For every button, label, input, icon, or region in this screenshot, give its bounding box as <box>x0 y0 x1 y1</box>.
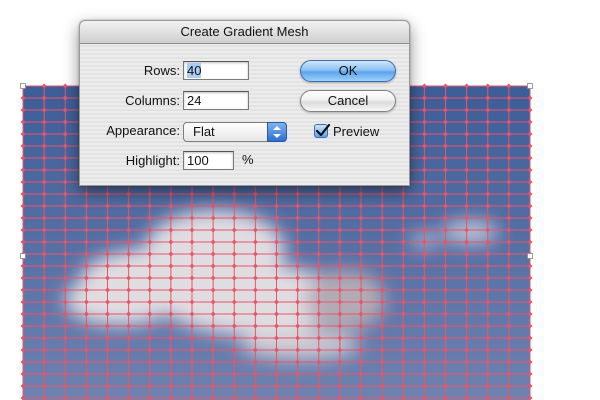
rows-value: 40 <box>187 63 202 78</box>
preview-checkbox[interactable] <box>314 123 331 138</box>
columns-field[interactable]: 24 <box>183 91 249 110</box>
rows-label: Rows: <box>143 63 180 78</box>
ok-button[interactable]: OK <box>300 60 396 82</box>
create-gradient-mesh-dialog: Create Gradient Mesh Rows: 40 Columns: 2… <box>79 20 410 186</box>
highlight-field[interactable]: 100 <box>183 151 234 170</box>
rows-field[interactable]: 40 <box>183 61 249 80</box>
checkmark-icon <box>315 123 331 137</box>
appearance-select[interactable]: Flat <box>183 122 287 142</box>
columns-value: 24 <box>187 93 202 108</box>
highlight-value: 100 <box>187 153 209 168</box>
bounding-box-handle[interactable] <box>527 83 533 89</box>
highlight-unit: % <box>242 152 254 167</box>
appearance-label: Appearance: <box>106 123 180 138</box>
columns-label: Columns: <box>125 93 180 108</box>
dialog-title: Create Gradient Mesh <box>80 21 409 44</box>
highlight-label: Highlight: <box>125 153 180 168</box>
bounding-box-handle[interactable] <box>20 253 26 259</box>
appearance-value: Flat <box>193 124 215 139</box>
preview-label: Preview <box>333 124 380 139</box>
bounding-box-handle[interactable] <box>527 253 533 259</box>
up-down-arrows-icon <box>267 122 287 142</box>
cancel-button[interactable]: Cancel <box>300 90 396 112</box>
bounding-box-handle[interactable] <box>20 83 26 89</box>
